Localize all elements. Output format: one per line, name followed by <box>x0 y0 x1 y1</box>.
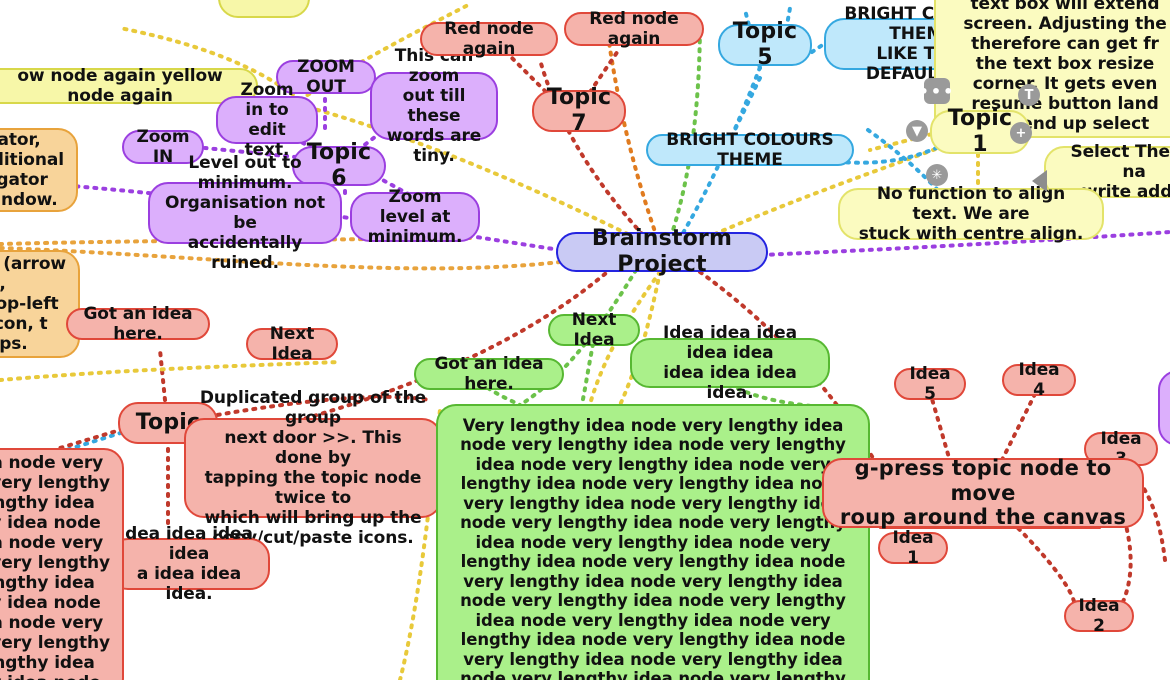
node-label: g-press topic node to move roup around t… <box>839 455 1127 530</box>
drag-handle-icon[interactable] <box>1032 170 1047 192</box>
text-tool-icon[interactable]: T <box>1018 84 1040 106</box>
node-label: Zoom level at minimum. <box>367 186 463 248</box>
node-label: BRIGHT COLOURS THEME <box>666 129 840 170</box>
node-idea-5[interactable]: Idea 5 <box>894 364 966 404</box>
text-tool-glyph: T <box>1024 87 1034 103</box>
node-label: Topic 7 <box>546 85 620 136</box>
node-next-idea-green[interactable]: Next Idea <box>548 310 640 350</box>
node-idea-idea-green[interactable]: Idea idea idea idea idea idea idea idea … <box>630 323 830 403</box>
node-label: dea idea idea idea a idea idea idea. <box>125 523 253 605</box>
node-label: Zoom in to edit text. <box>240 79 294 161</box>
center-node-brainstorm-project[interactable]: Brainstorm Project <box>556 226 768 277</box>
node-next-idea-red[interactable]: Next Idea <box>246 324 338 364</box>
node-label: Idea 4 <box>1018 359 1066 400</box>
node-label: ow (arrow led, e top-left d icon, t maps… <box>0 253 66 355</box>
add-node-icon[interactable]: + <box>1010 122 1032 144</box>
node-label: This can zoom out till these words are t… <box>386 45 482 167</box>
node-idea-1[interactable]: Idea 1 <box>878 528 948 568</box>
node-got-idea-green[interactable]: Got an idea here. <box>414 354 564 394</box>
node-label: Idea 1 <box>892 527 940 568</box>
node-navigator-note[interactable]: igator, dditional vigator window. <box>0 128 78 212</box>
node-bright-colours-theme[interactable]: BRIGHT COLOURS THEME <box>646 130 854 170</box>
chevron-down-glyph: ▼ <box>912 123 922 139</box>
add-node-glyph: + <box>1015 125 1027 141</box>
more-menu-glyph: ••• <box>918 81 956 101</box>
node-label: Very lengthy idea node very lengthy idea… <box>460 416 846 680</box>
star-badge-icon[interactable]: ✳ <box>926 164 948 186</box>
node-topic-5[interactable]: Topic 5 <box>718 19 812 70</box>
node-idea-4[interactable]: Idea 4 <box>1002 360 1076 400</box>
node-label: ow node again yellow node again <box>17 65 229 106</box>
node-red-node-again-2[interactable]: Red node again <box>564 8 704 49</box>
node-label: Got an idea here. <box>434 353 550 394</box>
chevron-down-icon[interactable]: ▼ <box>906 120 928 142</box>
node-red-node-again-1[interactable]: Red node again <box>420 18 558 59</box>
node-zoom-level-minimum[interactable]: Zoom level at minimum. <box>350 187 480 247</box>
node-duplicated-group[interactable]: Duplicated group of the group next door … <box>184 388 442 548</box>
node-label: Red node again <box>589 8 685 49</box>
node-long-press-group[interactable]: g-press topic node to move roup around t… <box>822 455 1144 530</box>
node-level-out-minimum[interactable]: Level out to minimum. Organisation not b… <box>148 153 342 273</box>
node-idea-idea-red[interactable]: dea idea idea idea a idea idea idea. <box>108 524 270 604</box>
node-idea-2[interactable]: Idea 2 <box>1064 596 1134 636</box>
node-very-lengthy-left[interactable]: dea node very de very lengthy lengthy id… <box>0 448 124 680</box>
node-label: Level out to minimum. Organisation not b… <box>165 152 325 274</box>
star-glyph: ✳ <box>931 167 943 183</box>
node-label: igator, dditional vigator window. <box>0 129 64 211</box>
node-label: Next Idea <box>269 323 321 364</box>
node-label: Idea 5 <box>909 363 957 404</box>
node-arrow-note[interactable]: ow (arrow led, e top-left d icon, t maps… <box>0 250 80 358</box>
more-menu-icon[interactable]: ••• <box>919 78 953 104</box>
node-this-can-zoom-out[interactable]: This can zoom out till these words are t… <box>370 46 498 166</box>
node-yellow-node-again[interactable]: ow node again yellow node again <box>0 65 258 106</box>
node-label: Idea 2 <box>1078 595 1126 636</box>
node-label: Got an idea here. <box>83 303 199 344</box>
node-label: Brainstorm Project <box>591 226 740 277</box>
node-label: Red node again <box>444 18 540 59</box>
node-yellow-top-partial[interactable] <box>218 0 310 18</box>
node-label: Idea idea idea idea idea idea idea idea … <box>663 322 797 404</box>
node-label: Next Idea <box>571 309 623 350</box>
node-got-idea-red[interactable]: Got an idea here. <box>66 304 210 344</box>
node-very-lengthy-green[interactable]: Very lengthy idea node very lengthy idea… <box>436 404 870 680</box>
node-no-align-text[interactable]: No function to align text. We are stuck … <box>838 184 1104 244</box>
node-label: Topic 1 <box>947 106 1021 157</box>
node-label: No function to align text. We are stuck … <box>858 183 1084 245</box>
node-label: dea node very de very lengthy lengthy id… <box>0 452 110 680</box>
node-label: Topic 5 <box>732 19 806 70</box>
mindmap-canvas[interactable]: ow node again yellow node again ZOOM OUT… <box>0 0 1170 680</box>
node-purple-right-edge[interactable] <box>1158 370 1170 446</box>
node-topic-7[interactable]: Topic 7 <box>532 85 626 136</box>
node-zoom-in-to-edit[interactable]: Zoom in to edit text. <box>216 80 318 160</box>
